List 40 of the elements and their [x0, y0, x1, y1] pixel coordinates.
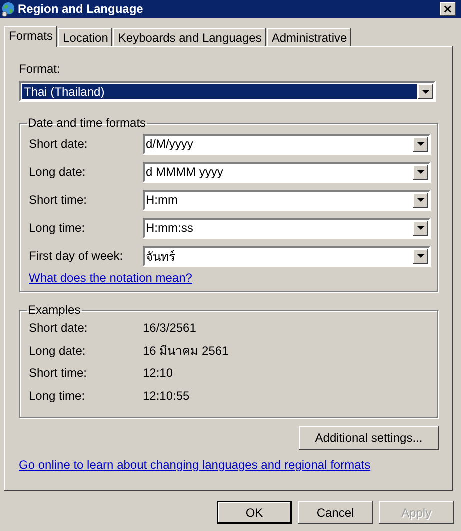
dialog-button[interactable]: Cancel — [298, 501, 373, 524]
example-value: 12:10 — [143, 366, 174, 380]
group-title: Date and time formats — [27, 116, 148, 130]
format-value: Thai (Thailand) — [22, 84, 417, 99]
field-label: Long time: — [29, 221, 86, 235]
window-title: Region and Language — [18, 2, 144, 16]
group-title: Examples — [27, 303, 82, 317]
tab[interactable]: Keyboards and Languages — [113, 28, 266, 46]
example-value: 16 มีนาคม 2561 — [143, 343, 229, 360]
example-label: Short date: — [29, 321, 89, 336]
dropdown-value: จันทร์ — [145, 248, 176, 266]
format-label: Format: — [19, 62, 62, 76]
notation-link[interactable]: What does the notation mean? — [29, 271, 192, 285]
additional-settings-button[interactable]: Additional settings... — [299, 426, 439, 450]
close-button[interactable]: × — [440, 2, 456, 16]
tab[interactable]: Location — [58, 28, 112, 46]
format-dropdown[interactable]: H:mm — [143, 190, 431, 210]
example-label: Short time: — [29, 366, 88, 380]
format-dropdown[interactable]: H:mm:ss — [143, 218, 431, 238]
format-dropdown[interactable]: d/M/yyyy — [143, 134, 431, 154]
tab[interactable]: Formats — [4, 26, 58, 47]
example-value: 12:10:55 — [143, 388, 190, 403]
dialog-button[interactable]: OK — [217, 501, 292, 524]
dropdown-value: d MMMM yyyy — [145, 165, 224, 179]
dropdown-value: H:mm — [145, 193, 179, 207]
field-label: First day of week: — [29, 249, 124, 263]
field-label: Short date: — [29, 137, 89, 151]
format-dropdown[interactable]: Thai (Thailand) — [19, 81, 436, 102]
example-label: Long time: — [29, 388, 86, 403]
format-dropdown[interactable]: d MMMM yyyy — [143, 162, 431, 182]
field-label: Long date: — [29, 165, 87, 179]
tab[interactable]: Administrative — [266, 28, 352, 46]
globe-icon — [1, 2, 16, 16]
online-help-link[interactable]: Go online to learn about changing languages and regional formats — [19, 458, 371, 472]
field-label: Short time: — [29, 193, 88, 207]
example-value: 16/3/2561 — [143, 321, 196, 336]
example-label: Long date: — [29, 344, 87, 358]
dropdown-value: H:mm:ss — [145, 221, 194, 235]
format-dropdown[interactable]: จันทร์ — [143, 246, 431, 266]
dropdown-value: d/M/yyyy — [145, 137, 194, 151]
